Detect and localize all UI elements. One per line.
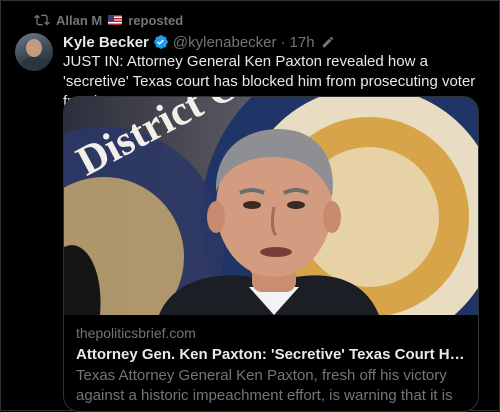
display-name[interactable]: Kyle Becker <box>63 34 149 51</box>
tweet-container[interactable]: Allan M reposted Kyle Becker @kylenabeck… <box>0 0 500 412</box>
separator-dot: · <box>280 33 286 51</box>
link-preview-card[interactable]: District Office thepoliticsbrief.com Att… <box>63 96 479 412</box>
reposter-name[interactable]: Allan M <box>56 13 102 28</box>
us-flag-icon <box>108 15 123 25</box>
tweet-header: Kyle Becker @kylenabecker · 17h <box>63 32 335 52</box>
avatar-face-shape <box>26 39 42 57</box>
repost-indicator: Allan M reposted <box>34 11 183 29</box>
card-domain[interactable]: thepoliticsbrief.com <box>76 325 196 341</box>
card-description: Texas Attorney General Ken Paxton, fresh… <box>76 367 453 411</box>
card-title[interactable]: Attorney Gen. Ken Paxton: 'Secretive' Te… <box>76 346 468 363</box>
timestamp[interactable]: 17h <box>290 34 315 51</box>
edited-pencil-icon[interactable] <box>321 35 335 49</box>
card-photo-illustration: District Office <box>64 97 478 315</box>
repost-label: reposted <box>128 12 184 28</box>
card-image[interactable]: District Office <box>64 97 478 315</box>
repost-icon <box>34 14 50 26</box>
avatar-body-shape <box>20 57 48 71</box>
verified-badge-icon <box>154 35 168 49</box>
avatar[interactable] <box>15 33 53 71</box>
handle[interactable]: @kylenabecker <box>173 34 277 51</box>
